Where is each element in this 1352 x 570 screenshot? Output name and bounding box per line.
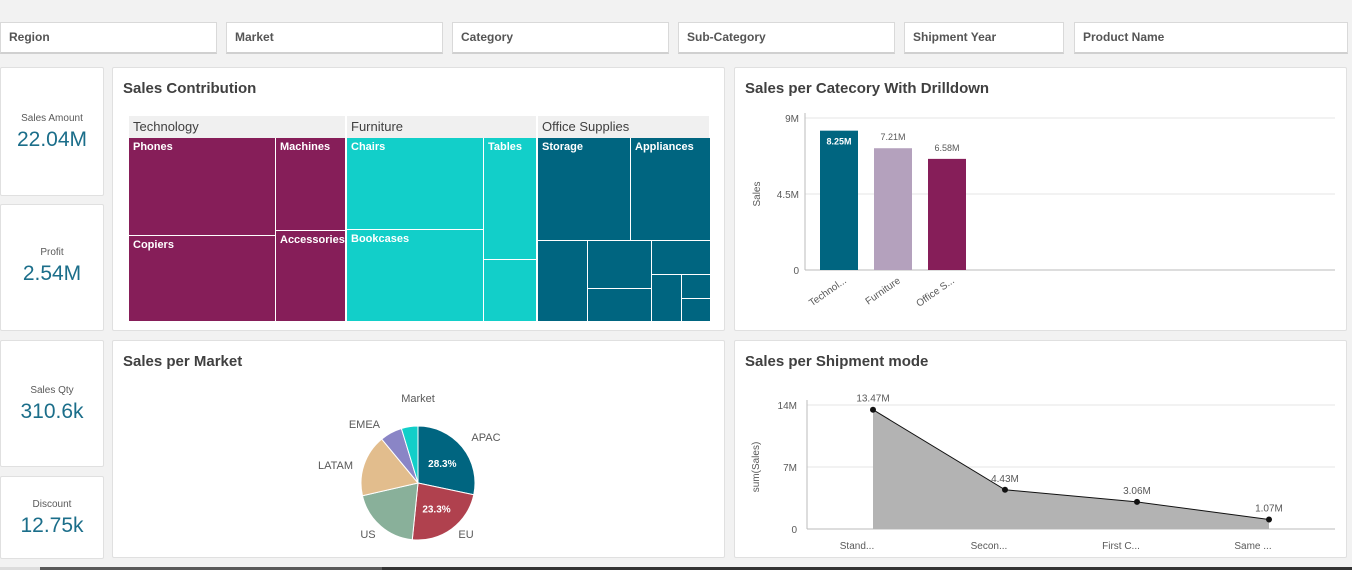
- x-tick-label: Furniture: [864, 275, 903, 307]
- filter-label: Product Name: [1083, 30, 1165, 44]
- filter-sub-category[interactable]: Sub-Category: [678, 22, 895, 54]
- treemap-cell-supplies[interactable]: [652, 241, 711, 275]
- kpi-label: Discount: [32, 499, 72, 510]
- y-tick-label: 0: [793, 266, 799, 277]
- data-point: [1134, 498, 1140, 505]
- y-axis-label: sum(Sales): [751, 442, 762, 493]
- data-point: [1266, 516, 1272, 523]
- treemap-cell-labels[interactable]: [682, 299, 711, 322]
- treemap-cell-phones[interactable]: Phones: [129, 138, 276, 236]
- pie-category-label: LATAM: [318, 460, 353, 472]
- bar: [928, 158, 966, 270]
- pie-category-label: APAC: [471, 432, 500, 444]
- treemap-cell-chairs[interactable]: Chairs: [347, 138, 484, 230]
- kpi-value: 310.6k: [20, 400, 84, 423]
- kpi-value: 2.54M: [22, 262, 82, 285]
- filter-label: Region: [9, 30, 50, 44]
- sales-contribution-panel: Sales Contribution Technology Furniture …: [112, 67, 725, 331]
- point-value-label: 3.06M: [1123, 486, 1151, 497]
- y-tick-label: 9M: [785, 114, 799, 125]
- treemap-cell-paper[interactable]: [588, 241, 652, 289]
- bar-value-label: 8.25M: [826, 137, 851, 147]
- pie-category-label: EMEA: [349, 419, 381, 431]
- point-value-label: 1.07M: [1255, 504, 1283, 515]
- treemap-cell-copiers[interactable]: Copiers: [129, 236, 276, 322]
- kpi-discount[interactable]: Discount 12.75k: [0, 476, 104, 559]
- x-tick-label: Secon...: [971, 541, 1008, 552]
- y-tick-label: 4.5M: [777, 190, 799, 201]
- kpi-profit[interactable]: Profit 2.54M: [0, 204, 104, 331]
- treemap-cell-accessories[interactable]: Accessories: [276, 231, 346, 322]
- pie-category-label: US: [360, 529, 375, 541]
- y-tick-label: 0: [791, 525, 797, 536]
- point-value-label: 13.47M: [856, 394, 889, 405]
- treemap-cell-fasteners[interactable]: [682, 275, 711, 299]
- kpi-sales-amount[interactable]: Sales Amount 22.04M: [0, 67, 104, 196]
- data-point: [1002, 486, 1008, 493]
- y-tick-label: 7M: [783, 463, 797, 474]
- treemap-group-office-supplies[interactable]: Office Supplies: [538, 116, 711, 138]
- x-tick-label: Technol...: [807, 275, 848, 309]
- y-tick-label: 14M: [778, 401, 797, 412]
- treemap-cell-tables[interactable]: Tables: [484, 138, 537, 260]
- treemap-cell-appliances[interactable]: Appliances: [631, 138, 711, 241]
- data-point: [870, 406, 876, 413]
- pie-chart: Market 28.3% APAC 23.3% EU US LATAM EMEA: [318, 393, 501, 541]
- point-value-label: 4.43M: [991, 474, 1019, 485]
- treemap-cell-art[interactable]: [588, 289, 652, 322]
- kpi-label: Sales Qty: [30, 385, 74, 396]
- bar-value-label: 7.21M: [880, 132, 905, 142]
- x-tick-label: Office S...: [915, 275, 957, 309]
- bar-value-label: 6.58M: [934, 143, 959, 153]
- kpi-label: Sales Amount: [21, 113, 83, 124]
- pie-dimension-label: Market: [401, 393, 435, 405]
- sales-per-category-panel: Sales per Catecory With Drilldown 9M 4.5M…: [734, 67, 1347, 331]
- kpi-value: 22.04M: [16, 128, 88, 151]
- pie-percent-label: 23.3%: [422, 504, 450, 515]
- y-axis-label: Sales: [752, 181, 763, 206]
- treemap-cell-binders[interactable]: [538, 241, 588, 322]
- filter-label: Sub-Category: [687, 30, 766, 44]
- area-chart: 14M 7M 0 sum(Sales) 13.47M Stand... 4.43M Secon…: [751, 394, 1335, 552]
- x-tick-label: Same ...: [1234, 541, 1271, 552]
- sales-per-shipment-panel: Sales per Shipment mode 14M 7M 0 sum(Sales)…: [734, 340, 1347, 558]
- pie-category-label: EU: [458, 529, 473, 541]
- treemap-cell-machines[interactable]: Machines: [276, 138, 346, 231]
- filter-label: Market: [235, 30, 274, 44]
- x-tick-label: Stand...: [840, 541, 874, 552]
- filter-market[interactable]: Market: [226, 22, 443, 54]
- kpi-label: Profit: [40, 247, 64, 258]
- sales-per-market-panel: Sales per Market Market 28.3% APAC 23.3% EU U…: [112, 340, 725, 558]
- panel-title: Sales Contribution: [123, 80, 257, 97]
- filter-region[interactable]: Region: [0, 22, 217, 54]
- kpi-value: 12.75k: [20, 514, 84, 537]
- bar: [874, 148, 912, 270]
- filter-product-name[interactable]: Product Name: [1074, 22, 1348, 54]
- bar-chart: 9M 4.5M 0 Sales 8.25M Technol... 7.21M Furnitur…: [752, 113, 1335, 310]
- x-tick-label: First C...: [1102, 541, 1140, 552]
- treemap-cell-envelopes[interactable]: [652, 275, 682, 322]
- treemap-group-furniture[interactable]: Furniture: [347, 116, 538, 138]
- filter-label: Category: [461, 30, 514, 44]
- filter-category[interactable]: Category: [452, 22, 669, 54]
- pie-percent-label: 28.3%: [428, 459, 456, 470]
- bar: [820, 130, 858, 270]
- treemap-cell-furnishings[interactable]: [484, 260, 537, 322]
- treemap-cell-storage[interactable]: Storage: [538, 138, 631, 241]
- treemap-group-technology[interactable]: Technology: [129, 116, 347, 138]
- filter-shipment-year[interactable]: Shipment Year: [904, 22, 1064, 54]
- filter-label: Shipment Year: [913, 30, 997, 44]
- kpi-sales-qty[interactable]: Sales Qty 310.6k: [0, 340, 104, 467]
- treemap-cell-bookcases[interactable]: Bookcases: [347, 230, 484, 322]
